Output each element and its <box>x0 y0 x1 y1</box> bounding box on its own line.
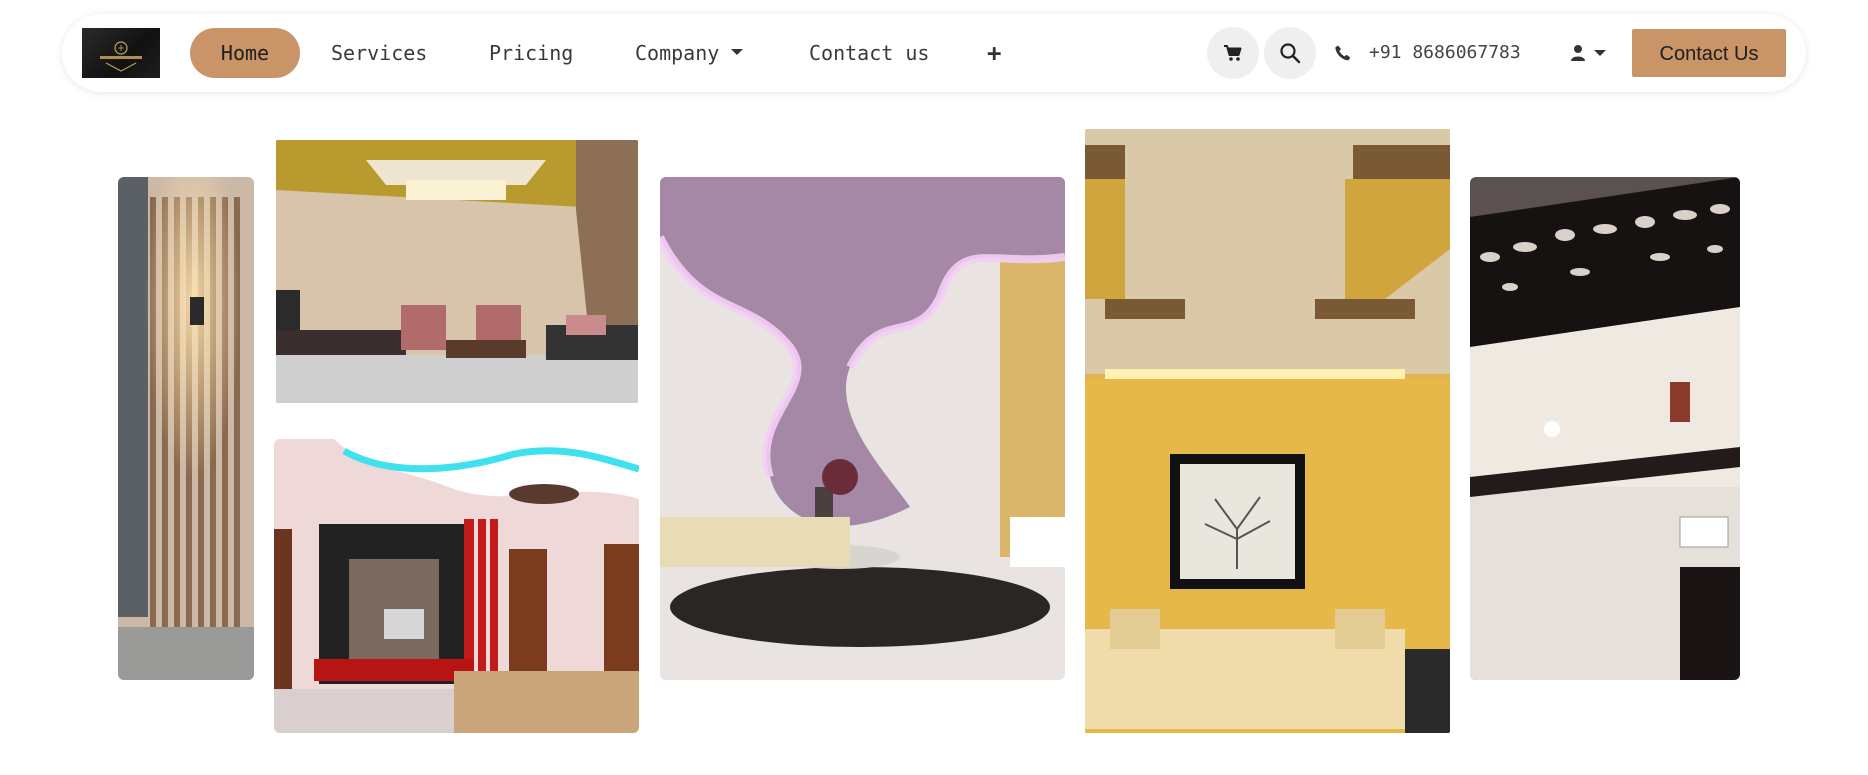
nav-pricing[interactable]: Pricing <box>489 28 573 78</box>
brand-logo[interactable] <box>82 28 160 78</box>
gallery-image-purple-wave-ceiling[interactable] <box>660 177 1065 680</box>
plus-icon[interactable]: + <box>987 28 1001 78</box>
gallery-image-yellow-sofa-art[interactable] <box>1085 129 1450 733</box>
cart-button[interactable] <box>1207 27 1259 79</box>
nav-company-dropdown[interactable]: Company <box>635 28 744 78</box>
nav-contact-us[interactable]: Contact us <box>809 28 929 78</box>
logo-emblem-icon <box>100 41 142 72</box>
gallery-image-wood-slat-wall[interactable] <box>118 177 254 680</box>
gallery-image-tv-unit-ceiling[interactable] <box>274 439 639 733</box>
search-icon <box>1280 43 1301 64</box>
contact-us-button[interactable]: Contact Us <box>1632 29 1786 77</box>
search-button[interactable] <box>1264 27 1316 79</box>
nav-home[interactable]: Home <box>190 28 300 78</box>
gallery-image-living-room-gold-ceiling[interactable] <box>276 140 638 403</box>
phone-icon <box>1334 44 1352 66</box>
phone-number[interactable]: +91 8686067783 <box>1369 28 1521 78</box>
gallery-image-jaali-ceiling[interactable] <box>1470 177 1740 680</box>
cart-icon <box>1224 45 1242 61</box>
user-icon <box>1571 45 1585 61</box>
caret-down-icon <box>1594 50 1606 56</box>
caret-down-icon <box>731 48 744 55</box>
user-menu-dropdown[interactable] <box>1570 40 1606 66</box>
nav-services[interactable]: Services <box>331 28 427 78</box>
nav-company-label: Company <box>635 41 720 65</box>
top-navbar: Home Services Pricing Company Contact us… <box>62 14 1806 92</box>
